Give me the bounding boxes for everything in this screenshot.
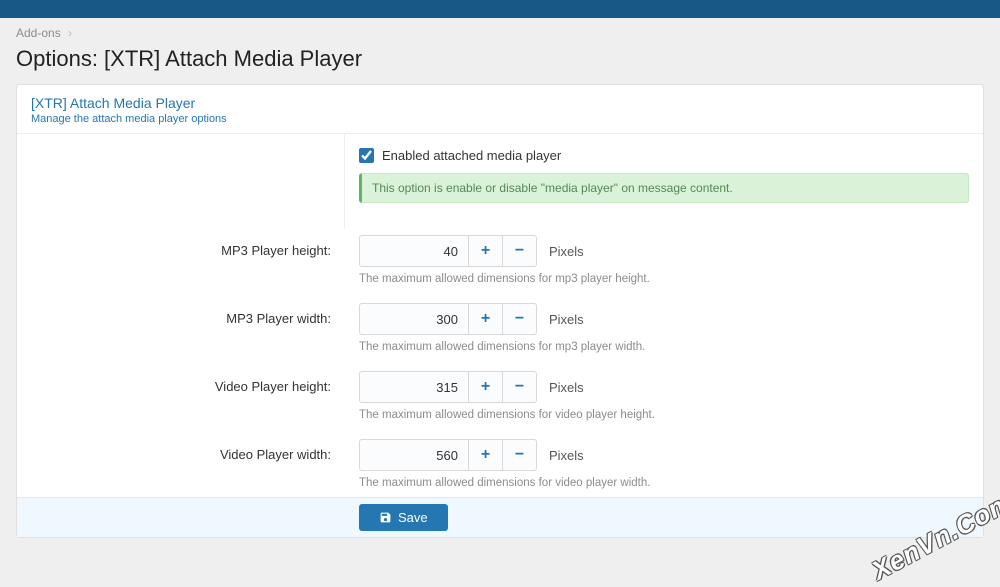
field-hint: The maximum allowed dimensions for mp3 p… [359,341,969,353]
field-label: Video Player width: [17,439,345,462]
form-body: Enabled attached media player This optio… [17,134,983,229]
increment-button[interactable]: + [469,439,503,471]
field-hint: The maximum allowed dimensions for video… [359,477,969,489]
unit-label: Pixels [549,380,584,395]
top-bar [0,0,1000,18]
video-height-row: Video Player height: + − Pixels The maxi… [17,371,983,421]
video-height-input[interactable] [359,371,469,403]
decrement-button[interactable]: − [503,303,537,335]
label-column [17,134,345,229]
video-width-row: Video Player width: + − Pixels The maxim… [17,439,983,489]
options-panel: [XTR] Attach Media Player Manage the att… [16,84,984,538]
increment-button[interactable]: + [469,371,503,403]
field-hint: The maximum allowed dimensions for video… [359,409,969,421]
fields-wrap: MP3 Player height: + − Pixels The maximu… [17,229,983,489]
field-label: MP3 Player width: [17,303,345,326]
panel-header: [XTR] Attach Media Player Manage the att… [17,85,983,134]
increment-button[interactable]: + [469,235,503,267]
enabled-checkbox-row: Enabled attached media player [359,148,969,163]
enabled-info-box: This option is enable or disable "media … [359,173,969,203]
chevron-right-icon: › [68,26,72,40]
field-label: MP3 Player height: [17,235,345,258]
unit-label: Pixels [549,312,584,327]
mp3-width-input[interactable] [359,303,469,335]
unit-label: Pixels [549,244,584,259]
enabled-label: Enabled attached media player [382,148,561,163]
mp3-height-input[interactable] [359,235,469,267]
footer-bar: Save [17,497,983,537]
decrement-button[interactable]: − [503,439,537,471]
field-hint: The maximum allowed dimensions for mp3 p… [359,273,969,285]
breadcrumb: Add-ons › [0,18,1000,44]
unit-label: Pixels [549,448,584,463]
video-width-input[interactable] [359,439,469,471]
content-column: Enabled attached media player This optio… [345,134,983,229]
save-icon [379,511,392,524]
increment-button[interactable]: + [469,303,503,335]
decrement-button[interactable]: − [503,371,537,403]
panel-subtitle: Manage the attach media player options [31,113,969,125]
page-title: Options: [XTR] Attach Media Player [0,44,1000,84]
save-button[interactable]: Save [359,504,448,531]
enabled-checkbox[interactable] [359,148,374,163]
panel-title-link[interactable]: [XTR] Attach Media Player [31,95,195,111]
mp3-width-row: MP3 Player width: + − Pixels The maximum… [17,303,983,353]
breadcrumb-addons[interactable]: Add-ons [16,26,61,40]
decrement-button[interactable]: − [503,235,537,267]
mp3-height-row: MP3 Player height: + − Pixels The maximu… [17,235,983,285]
field-label: Video Player height: [17,371,345,394]
save-label: Save [398,510,428,525]
